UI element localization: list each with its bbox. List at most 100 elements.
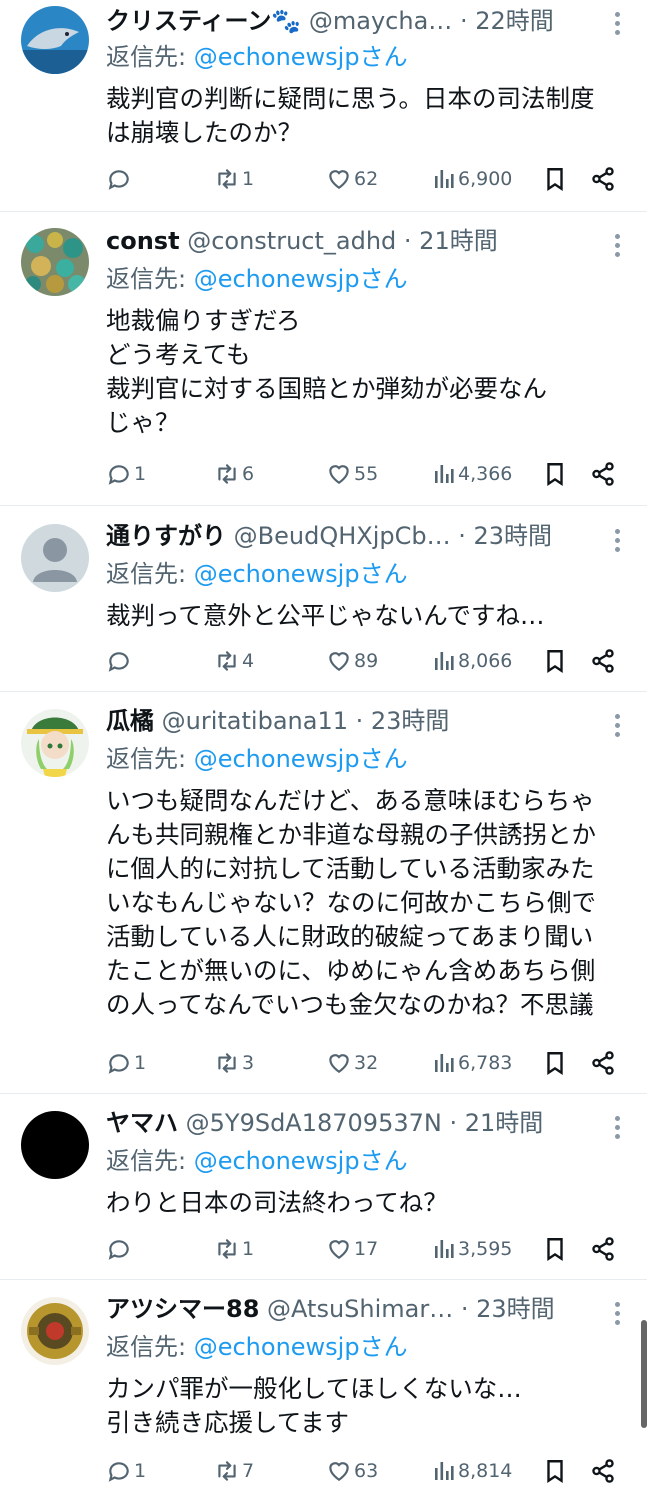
reply-button[interactable]: 1 [106, 1047, 146, 1079]
share-button[interactable] [590, 458, 618, 490]
more-options-icon[interactable] [609, 710, 625, 740]
share-button[interactable] [590, 1233, 618, 1265]
timestamp[interactable]: · 23時間 [458, 522, 552, 550]
more-options-icon[interactable] [609, 230, 625, 260]
views-button[interactable]: 8,814 [432, 1455, 512, 1487]
bookmark-button[interactable] [542, 1455, 570, 1487]
reply-to-link[interactable]: @echonewsjpさん [194, 265, 408, 293]
more-options-icon[interactable] [609, 8, 625, 38]
tweet-text-line: いなもんじゃない？なのに何故かこちら側で [106, 888, 596, 917]
views-icon [432, 649, 458, 673]
retweet-button[interactable]: 1 [214, 163, 254, 195]
user-handle[interactable]: @construct_adhd [187, 227, 396, 255]
avatar[interactable] [21, 524, 89, 592]
timestamp[interactable]: · 23時間 [461, 1295, 555, 1323]
avatar[interactable] [21, 1111, 89, 1179]
tweet[interactable]: クリスティーン🐾 @maycha… · 22時間 返信先: @echonewsj… [0, 0, 647, 212]
more-options-icon[interactable] [609, 525, 625, 555]
tweet[interactable]: 瓜橘 @uritatibana11 · 23時間 返信先: @echonewsj… [0, 692, 647, 1094]
bookmark-button[interactable] [542, 1233, 570, 1265]
display-name[interactable]: const [106, 227, 180, 255]
reply-button[interactable] [106, 645, 134, 677]
like-icon [326, 166, 354, 192]
views-button[interactable]: 6,783 [432, 1047, 512, 1079]
tweet[interactable]: アツシマー88 @AtsuShimar… · 23時間 返信先: @echone… [0, 1280, 647, 1506]
like-icon [326, 461, 354, 487]
share-button[interactable] [590, 1047, 618, 1079]
tweet[interactable]: 通りすがり @BeudQHXjpCb… · 23時間 返信先: @echonew… [0, 506, 647, 692]
like-button[interactable]: 55 [326, 458, 378, 490]
reply-button[interactable] [106, 163, 134, 195]
views-button[interactable]: 4,366 [432, 458, 512, 490]
tweet-actions: 4 89 8,066 [106, 645, 626, 677]
retweet-button[interactable]: 6 [214, 458, 254, 490]
timestamp[interactable]: · 23時間 [356, 707, 450, 735]
share-button[interactable] [590, 1455, 618, 1487]
tweet-text-line: に個人的に対抗して活動している活動家みた [106, 854, 595, 883]
tweet-actions: 1 7 63 8,814 [106, 1455, 626, 1487]
more-options-icon[interactable] [609, 1112, 625, 1142]
retweet-button[interactable]: 4 [214, 645, 254, 677]
reply-to-link[interactable]: @echonewsjpさん [194, 1147, 408, 1175]
user-handle[interactable]: @uritatibana11 [162, 707, 348, 735]
tweet[interactable]: const @construct_adhd · 21時間 返信先: @echon… [0, 212, 647, 506]
share-button[interactable] [590, 163, 618, 195]
views-count: 8,066 [458, 650, 513, 672]
reply-to-link[interactable]: @echonewsjpさん [194, 560, 408, 588]
retweet-button[interactable]: 1 [214, 1233, 254, 1265]
retweet-icon [214, 461, 242, 487]
avatar[interactable] [21, 709, 89, 777]
avatar[interactable] [21, 1297, 89, 1365]
reply-to-link[interactable]: @echonewsjpさん [194, 745, 408, 773]
reply-button[interactable]: 1 [106, 1455, 146, 1487]
like-button[interactable]: 62 [326, 163, 378, 195]
like-button[interactable]: 17 [326, 1233, 378, 1265]
share-button[interactable] [590, 645, 618, 677]
reply-to-link[interactable]: @echonewsjpさん [194, 1333, 408, 1361]
display-name[interactable]: 通りすがり [106, 522, 226, 550]
views-icon [432, 1051, 458, 1075]
display-name[interactable]: アツシマー88 [106, 1295, 259, 1323]
display-name[interactable]: 瓜橘 [106, 707, 154, 735]
bookmark-button[interactable] [542, 645, 570, 677]
share-icon [590, 461, 618, 487]
views-button[interactable]: 6,900 [432, 163, 512, 195]
reply-to-link[interactable]: @echonewsjpさん [194, 43, 408, 71]
timestamp[interactable]: · 22時間 [460, 7, 554, 35]
user-handle[interactable]: @BeudQHXjpCb… [234, 522, 451, 550]
views-count: 6,900 [458, 168, 513, 190]
views-count: 3,595 [458, 1238, 513, 1260]
views-icon [432, 1459, 458, 1483]
like-button[interactable]: 89 [326, 645, 378, 677]
timestamp[interactable]: · 21時間 [404, 227, 498, 255]
display-name[interactable]: ヤマハ [106, 1109, 178, 1137]
retweet-button[interactable]: 7 [214, 1455, 254, 1487]
scrollbar[interactable] [641, 1320, 647, 1428]
more-options-icon[interactable] [609, 1298, 625, 1328]
avatar[interactable] [21, 6, 89, 74]
reply-context: 返信先: @echonewsjpさん [106, 1330, 408, 1364]
tweet-text-line: わりと日本の司法終わってね？ [106, 1188, 448, 1217]
retweet-count: 4 [242, 650, 255, 672]
user-handle[interactable]: @maycha… [309, 7, 452, 35]
like-button[interactable]: 32 [326, 1047, 378, 1079]
bookmark-button[interactable] [542, 1047, 570, 1079]
user-handle[interactable]: @AtsuShimar… [267, 1295, 453, 1323]
like-count: 62 [354, 168, 379, 190]
reply-button[interactable] [106, 1233, 134, 1265]
bookmark-button[interactable] [542, 458, 570, 490]
like-button[interactable]: 63 [326, 1455, 378, 1487]
views-icon [432, 1237, 458, 1261]
views-icon [432, 167, 458, 191]
views-button[interactable]: 3,595 [432, 1233, 512, 1265]
bookmark-button[interactable] [542, 163, 570, 195]
user-handle[interactable]: @5Y9SdA18709537N [186, 1109, 442, 1137]
retweet-button[interactable]: 3 [214, 1047, 254, 1079]
tweet[interactable]: ヤマハ @5Y9SdA18709537N · 21時間 返信先: @echone… [0, 1094, 647, 1280]
reply-prefix: 返信先: [106, 560, 194, 588]
reply-button[interactable]: 1 [106, 458, 146, 490]
avatar[interactable] [21, 228, 89, 296]
views-button[interactable]: 8,066 [432, 645, 512, 677]
display-name[interactable]: クリスティーン🐾 [106, 7, 301, 35]
timestamp[interactable]: · 21時間 [449, 1109, 543, 1137]
